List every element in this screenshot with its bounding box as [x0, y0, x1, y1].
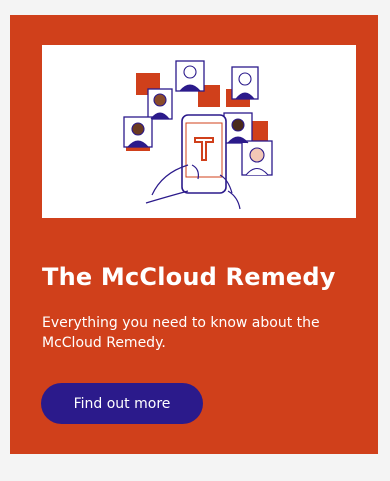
card-description: Everything you need to know about the Mc…: [42, 315, 320, 351]
page: The McCloud Remedy Everything you need t…: [0, 0, 390, 481]
card-title: The McCloud Remedy: [42, 263, 336, 291]
find-out-more-button[interactable]: Find out more: [41, 383, 203, 424]
hero-illustration: [42, 45, 356, 218]
promo-card: The McCloud Remedy Everything you need t…: [10, 15, 378, 454]
video-call-illustration-icon: [123, 60, 273, 210]
